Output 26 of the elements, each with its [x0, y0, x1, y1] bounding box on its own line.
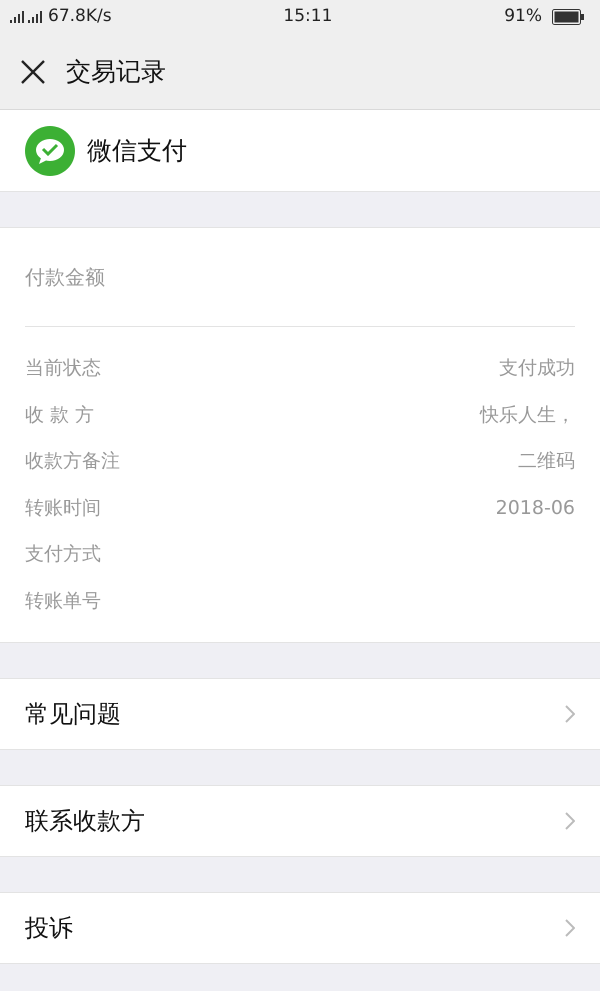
- chevron-right-icon: [565, 919, 575, 937]
- detail-value: 快乐人生，: [480, 402, 575, 428]
- network-speed: 67.8K/s: [48, 5, 112, 28]
- menu-row[interactable]: 投诉: [0, 892, 600, 964]
- signal-icon: [10, 11, 42, 23]
- status-time: 15:11: [283, 5, 332, 28]
- chevron-right-icon: [565, 812, 575, 830]
- chevron-right-icon: [565, 705, 575, 723]
- close-icon[interactable]: [20, 58, 46, 84]
- battery-icon: [552, 9, 584, 25]
- menu-row[interactable]: 常见问题: [0, 678, 600, 750]
- page-title: 交易记录: [66, 56, 166, 88]
- detail-label: 支付方式: [25, 542, 101, 567]
- merchant-name: 微信支付: [87, 134, 187, 167]
- detail-label: 收 款 方: [25, 402, 94, 428]
- menu-row[interactable]: 联系收款方: [0, 785, 600, 857]
- detail-value: 支付成功: [499, 356, 575, 381]
- detail-label: 收款方备注: [25, 449, 120, 474]
- detail-value: 二维码: [518, 449, 575, 474]
- detail-label: 转账时间: [25, 496, 101, 520]
- detail-label: 当前状态: [25, 356, 101, 381]
- amount-label: 付款金额: [25, 264, 105, 291]
- chat-bubble-logo-icon: [25, 126, 75, 176]
- detail-value: 2018-06: [496, 496, 575, 520]
- detail-label: 转账单号: [25, 588, 101, 614]
- battery-percent: 91%: [504, 5, 542, 28]
